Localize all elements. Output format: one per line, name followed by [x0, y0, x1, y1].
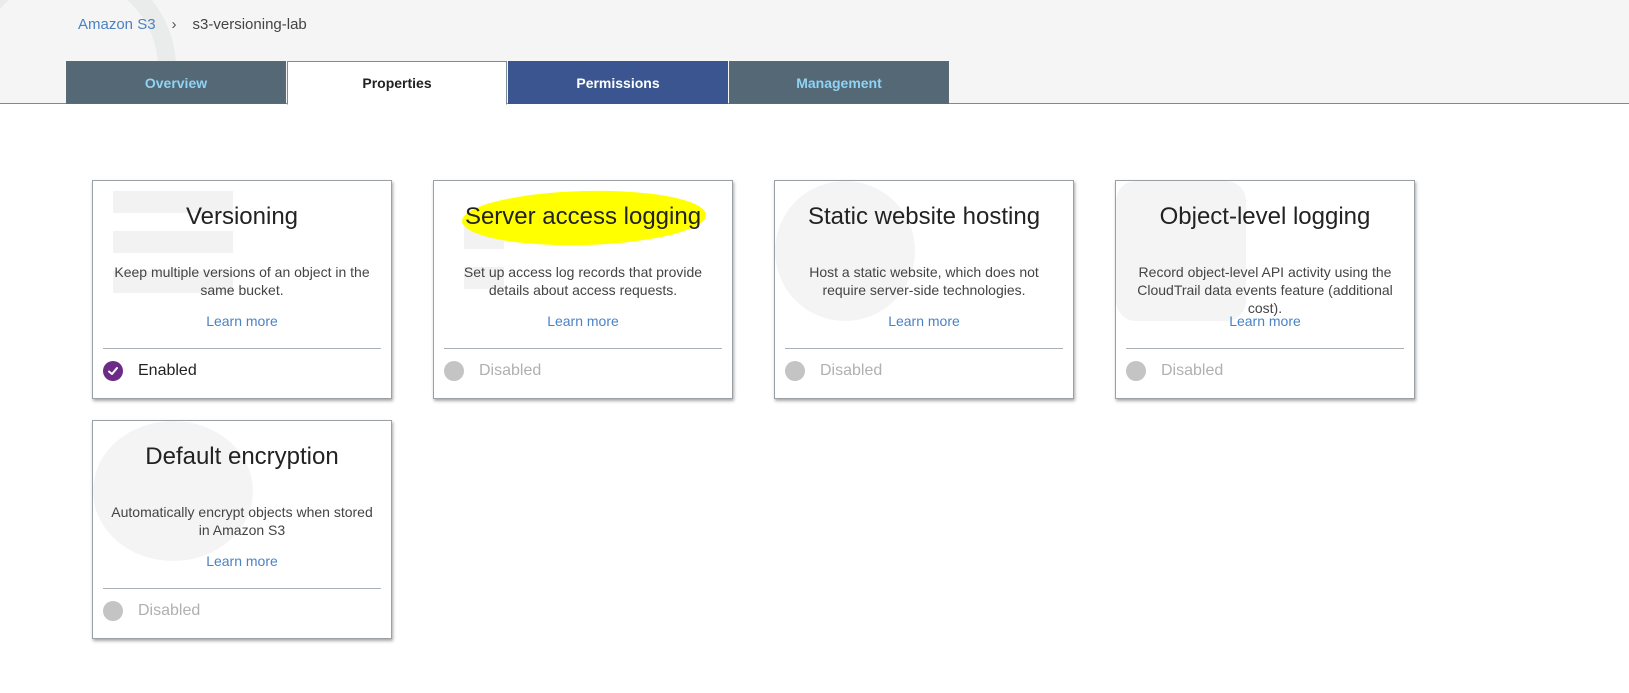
card-title: Object-level logging — [1159, 203, 1371, 230]
globe-background-icon — [93, 421, 253, 561]
breadcrumb-current-bucket: s3-versioning-lab — [192, 16, 307, 33]
card-description: Set up access log records that provide d… — [463, 264, 703, 298]
breadcrumb-chevron-icon: › — [171, 16, 177, 33]
card-description: Keep multiple versions of an object in t… — [114, 264, 370, 298]
learn-more-link[interactable]: Learn more — [1116, 313, 1414, 329]
disabled-circle-icon — [1126, 361, 1146, 381]
status-label: Disabled — [820, 362, 883, 379]
globe-background-icon — [775, 181, 915, 321]
tab-properties[interactable]: Properties — [287, 61, 507, 105]
card-divider — [103, 348, 381, 349]
status-label: Disabled — [479, 362, 542, 379]
card-versioning[interactable]: Versioning Keep multiple versions of an … — [92, 180, 392, 399]
card-divider — [103, 588, 381, 589]
status-disabled[interactable]: Disabled — [103, 601, 200, 621]
card-title: Static website hosting — [807, 203, 1041, 230]
card-title: Default encryption — [145, 443, 339, 470]
disabled-circle-icon — [785, 361, 805, 381]
status-disabled[interactable]: Disabled — [785, 361, 882, 381]
card-title: Versioning — [185, 203, 299, 230]
card-description: Automatically encrypt objects when store… — [111, 504, 373, 538]
card-description: Record object-level API activity using t… — [1137, 264, 1393, 316]
card-divider — [785, 348, 1063, 349]
disabled-circle-icon — [444, 361, 464, 381]
status-label: Enabled — [138, 362, 197, 379]
status-label: Disabled — [138, 602, 201, 619]
learn-more-link[interactable]: Learn more — [775, 313, 1073, 329]
learn-more-link[interactable]: Learn more — [93, 313, 391, 329]
tab-permissions[interactable]: Permissions — [508, 61, 728, 104]
card-server-access-logging[interactable]: Server access logging Set up access log … — [433, 180, 733, 399]
card-title: Server access logging — [464, 203, 702, 230]
breadcrumb-amazon-s3-link[interactable]: Amazon S3 — [78, 16, 156, 33]
tab-management[interactable]: Management — [729, 61, 949, 104]
disabled-circle-icon — [103, 601, 123, 621]
status-disabled[interactable]: Disabled — [1126, 361, 1223, 381]
bucket-tabs: Overview Properties Permissions Manageme… — [66, 61, 950, 105]
card-description: Host a static website, which does not re… — [809, 264, 1039, 298]
breadcrumb: Amazon S3 › s3-versioning-lab — [78, 16, 307, 33]
card-divider — [1126, 348, 1404, 349]
status-label: Disabled — [1161, 362, 1224, 379]
card-static-website-hosting[interactable]: Static website hosting Host a static web… — [774, 180, 1074, 399]
learn-more-link[interactable]: Learn more — [93, 553, 391, 569]
check-circle-icon — [103, 361, 123, 381]
status-disabled[interactable]: Disabled — [444, 361, 541, 381]
tab-overview[interactable]: Overview — [66, 61, 286, 104]
learn-more-link[interactable]: Learn more — [434, 313, 732, 329]
card-object-level-logging[interactable]: Object-level logging Record object-level… — [1115, 180, 1415, 399]
card-divider — [444, 348, 722, 349]
card-default-encryption[interactable]: Default encryption Automatically encrypt… — [92, 420, 392, 639]
status-enabled[interactable]: Enabled — [103, 361, 197, 381]
